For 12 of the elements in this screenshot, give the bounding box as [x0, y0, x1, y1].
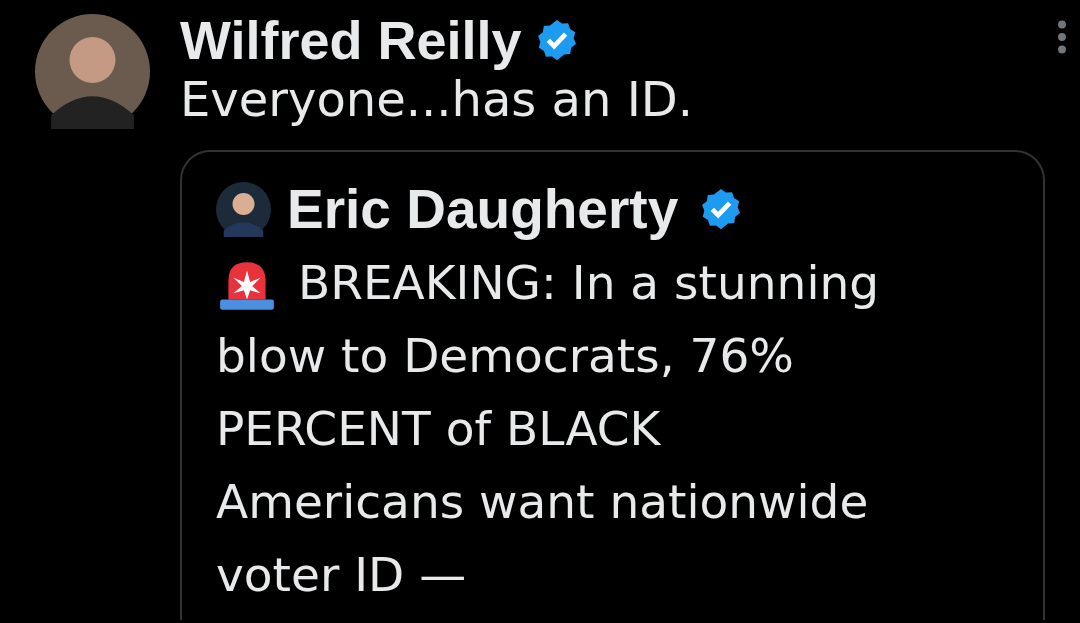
avatar[interactable]	[216, 181, 271, 237]
author-name[interactable]: Eric Daugherty	[287, 178, 679, 240]
more-icon[interactable]	[1056, 20, 1068, 54]
quoted-post-card[interactable]: Eric Daugherty BREAKING: In a stunning blow to Democrats, 76% PERCENT of BLACK Americans want nationwide voter ID —	[180, 150, 1045, 620]
quoted-post-text-line: BREAKING: In a stunning	[298, 254, 880, 312]
quoted-post-text-line: blow to Democrats, 76%	[216, 327, 795, 385]
quoted-post-text-line: PERCENT of BLACK	[216, 400, 661, 458]
author-name[interactable]: Wilfred Reilly	[180, 9, 522, 71]
quoted-post-text-line: Americans want nationwide	[216, 473, 869, 531]
post-text: Everyone...has an ID.	[180, 70, 695, 128]
avatar[interactable]	[35, 14, 150, 129]
quoted-post-text-line: voter ID —	[216, 546, 467, 604]
